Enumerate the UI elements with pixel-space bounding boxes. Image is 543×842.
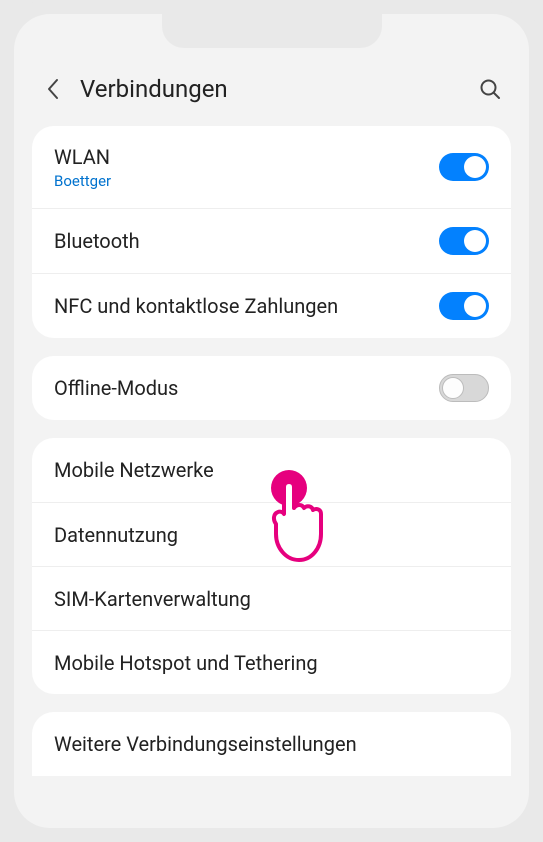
offline-title: Offline-Modus (54, 375, 439, 401)
nfc-title: NFC und kontaktlose Zahlungen (54, 293, 439, 319)
chevron-left-icon (46, 78, 60, 100)
wlan-text: WLAN Boettger (54, 144, 439, 190)
phone-frame: Verbindungen WLAN Boettger (0, 0, 543, 842)
data-usage-text: Datennutzung (54, 522, 489, 548)
bluetooth-text: Bluetooth (54, 228, 439, 254)
page-title: Verbindungen (80, 75, 475, 103)
connections-group-3: Mobile Netzwerke Datennutzung SIM-Karten… (32, 438, 511, 694)
toggle-knob (464, 156, 486, 178)
search-button[interactable] (475, 74, 505, 104)
mobile-networks-row[interactable]: Mobile Netzwerke (32, 438, 511, 502)
sim-title: SIM-Kartenverwaltung (54, 586, 489, 612)
data-usage-title: Datennutzung (54, 522, 489, 548)
more-title: Weitere Verbindungseinstellungen (54, 731, 489, 757)
sim-management-row[interactable]: SIM-Kartenverwaltung (32, 566, 511, 630)
wlan-row[interactable]: WLAN Boettger (32, 126, 511, 208)
connections-group-2: Offline-Modus (32, 356, 511, 420)
wlan-toggle[interactable] (439, 153, 489, 181)
nfc-toggle[interactable] (439, 292, 489, 320)
more-connection-settings-row[interactable]: Weitere Verbindungseinstellungen (32, 712, 511, 776)
back-button[interactable] (38, 74, 68, 104)
header-bar: Verbindungen (32, 64, 511, 126)
toggle-knob (464, 295, 486, 317)
bluetooth-toggle[interactable] (439, 227, 489, 255)
search-icon (479, 78, 501, 100)
more-text: Weitere Verbindungseinstellungen (54, 731, 489, 757)
mobile-networks-title: Mobile Netzwerke (54, 457, 489, 483)
sim-text: SIM-Kartenverwaltung (54, 586, 489, 612)
bluetooth-title: Bluetooth (54, 228, 439, 254)
connections-group-4: Weitere Verbindungseinstellungen (32, 712, 511, 776)
offline-mode-toggle[interactable] (439, 374, 489, 402)
mobile-networks-text: Mobile Netzwerke (54, 457, 489, 483)
hotspot-row[interactable]: Mobile Hotspot und Tethering (32, 630, 511, 694)
toggle-knob (464, 230, 486, 252)
wlan-title: WLAN (54, 144, 439, 170)
data-usage-row[interactable]: Datennutzung (32, 502, 511, 566)
offline-text: Offline-Modus (54, 375, 439, 401)
nfc-text: NFC und kontaktlose Zahlungen (54, 293, 439, 319)
settings-content: Verbindungen WLAN Boettger (14, 14, 529, 776)
hotspot-text: Mobile Hotspot und Tethering (54, 650, 489, 676)
offline-mode-row[interactable]: Offline-Modus (32, 356, 511, 420)
notch (162, 14, 382, 48)
wlan-subtitle: Boettger (54, 172, 439, 190)
bluetooth-row[interactable]: Bluetooth (32, 208, 511, 273)
hotspot-title: Mobile Hotspot und Tethering (54, 650, 489, 676)
connections-group-1: WLAN Boettger Bluetooth NFC und kontaktl… (32, 126, 511, 338)
nfc-row[interactable]: NFC und kontaktlose Zahlungen (32, 273, 511, 338)
toggle-knob (442, 377, 464, 399)
phone-screen: Verbindungen WLAN Boettger (14, 14, 529, 828)
